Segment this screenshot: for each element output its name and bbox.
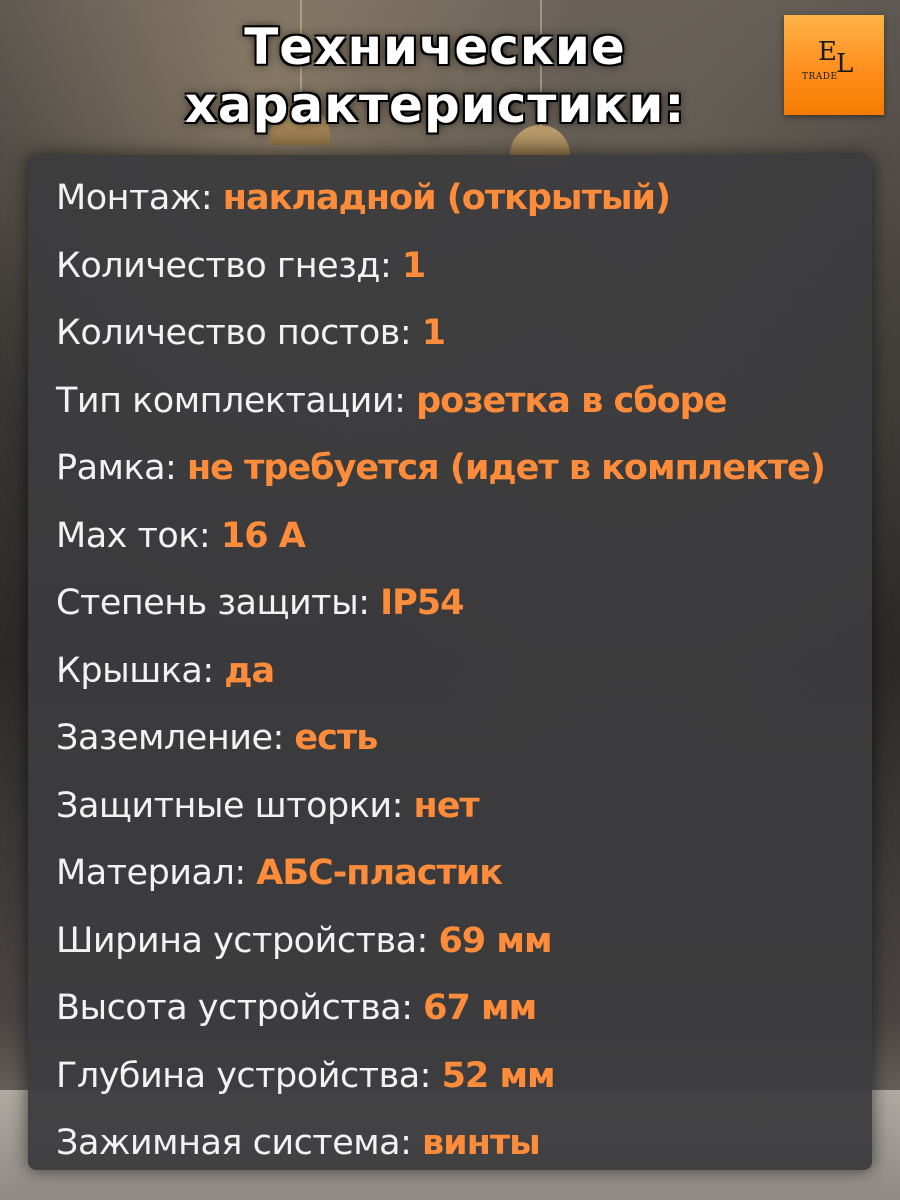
- spec-row: Рамка: не требуется (идет в комплекте): [28, 435, 872, 503]
- spec-row: Глубина устройства: 52 мм: [28, 1043, 872, 1111]
- spec-row: Количество гнезд: 1: [28, 233, 872, 301]
- spec-label: Крышка:: [56, 650, 225, 691]
- spec-row: Заземление: есть: [28, 705, 872, 773]
- spec-label: Защитные шторки:: [56, 785, 414, 826]
- spec-value: нет: [413, 785, 480, 826]
- spec-row: Ширина устройства: 69 мм: [28, 908, 872, 976]
- spec-label: Материал:: [56, 853, 257, 893]
- title-line-1: Технические: [244, 18, 626, 76]
- spec-row: Защитные шторки: нет: [28, 773, 872, 841]
- spec-label: Количество гнезд:: [56, 245, 402, 286]
- spec-label: Заземление:: [56, 718, 295, 758]
- spec-row: Монтаж: накладной (открытый): [28, 165, 872, 233]
- spec-row: Количество постов: 1: [28, 300, 872, 368]
- spec-value: 52 мм: [441, 1055, 556, 1096]
- specs-panel: Монтаж: накладной (открытый) Количество …: [28, 155, 872, 1170]
- spec-label: Монтаж:: [56, 178, 223, 218]
- specs-list: Монтаж: накладной (открытый) Количество …: [28, 155, 872, 1178]
- spec-value: IP54: [380, 583, 464, 623]
- brand-logo: E L TRADE: [784, 15, 884, 115]
- spec-value: не требуется (идет в комплекте): [186, 448, 826, 488]
- spec-row: Материал: АБС-пластик: [28, 840, 872, 908]
- spec-value: 1: [401, 245, 426, 286]
- logo-trade-text: TRADE: [802, 72, 838, 82]
- spec-row: Высота устройства: 67 мм: [28, 975, 872, 1043]
- spec-row: Крышка: да: [28, 638, 872, 706]
- spec-label: Ширина устройства:: [56, 920, 439, 961]
- spec-value: да: [224, 650, 275, 691]
- spec-value: 1: [421, 313, 446, 353]
- spec-value: АБС-пластик: [256, 853, 503, 893]
- spec-value: винты: [422, 1123, 541, 1163]
- spec-label: Глубина устройства:: [56, 1055, 442, 1096]
- spec-row: Тип комплектации: розетка в сборе: [28, 368, 872, 436]
- spec-row: Max ток: 16 А: [28, 503, 872, 571]
- spec-value: 67 мм: [423, 988, 537, 1028]
- page-title: Технические характеристики:: [95, 18, 775, 134]
- spec-value: 16 А: [220, 515, 306, 556]
- spec-label: Степень защиты:: [56, 583, 381, 623]
- logo-letter-e: E: [818, 37, 837, 67]
- spec-label: Тип комплектации:: [56, 380, 417, 421]
- spec-value: 69 мм: [438, 920, 552, 961]
- spec-row: Зажимная система: винты: [28, 1110, 872, 1178]
- spec-value: есть: [294, 718, 378, 758]
- spec-label: Зажимная система:: [56, 1123, 423, 1163]
- spec-label: Рамка:: [56, 448, 187, 488]
- spec-label: Высота устройства:: [56, 988, 424, 1028]
- logo-letter-l: L: [836, 49, 854, 79]
- spec-label: Max ток:: [56, 515, 221, 556]
- spec-value: накладной (открытый): [222, 178, 671, 218]
- spec-value: розетка в сборе: [416, 380, 727, 421]
- spec-label: Количество постов:: [56, 313, 422, 353]
- spec-row: Степень защиты: IP54: [28, 570, 872, 638]
- title-line-2: характеристики:: [184, 76, 686, 134]
